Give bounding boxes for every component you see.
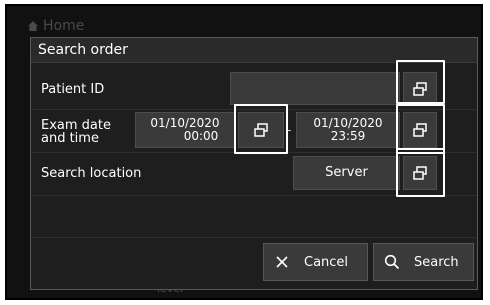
date-range-separator: - (287, 123, 292, 137)
row-divider (31, 109, 477, 110)
patient-id-picker-button[interactable] (403, 72, 437, 105)
window-select-icon (254, 123, 268, 137)
cancel-label: Cancel (304, 254, 349, 270)
row-divider (31, 152, 477, 153)
search-location-picker-button[interactable] (403, 156, 437, 190)
window-select-icon (413, 166, 427, 180)
dialog-title: Search order (31, 38, 477, 63)
exam-end-picker-button[interactable] (403, 112, 437, 148)
home-label: Home (43, 18, 85, 34)
close-icon (276, 256, 288, 268)
search-icon (384, 254, 400, 270)
exam-start-time: 00:00 (183, 129, 219, 143)
search-label: Search (414, 254, 459, 270)
exam-start-date-field[interactable]: 01/10/2020 00:00 (135, 112, 235, 148)
exam-date-label-line2: and time (41, 131, 99, 146)
exam-end-time: 23:59 (330, 129, 366, 143)
exam-start-picker-button[interactable] (238, 112, 284, 148)
window-select-icon (413, 81, 427, 96)
search-location-label: Search location (41, 166, 142, 181)
exam-end-date-field[interactable]: 01/10/2020 23:59 (296, 112, 400, 148)
row-divider (31, 237, 477, 238)
search-order-dialog: Search order Patient ID Exam date and ti… (30, 37, 478, 290)
search-button[interactable]: Search (373, 243, 474, 281)
cancel-button[interactable]: Cancel (263, 243, 368, 281)
patient-id-label: Patient ID (41, 82, 105, 97)
patient-id-field[interactable] (230, 72, 400, 105)
search-location-field[interactable]: Server (293, 156, 400, 190)
home-icon (28, 21, 38, 31)
row-divider (31, 195, 477, 196)
home-breadcrumb: Home (27, 18, 84, 34)
exam-date-label: Exam date and time (41, 119, 111, 145)
window-select-icon (413, 123, 427, 137)
